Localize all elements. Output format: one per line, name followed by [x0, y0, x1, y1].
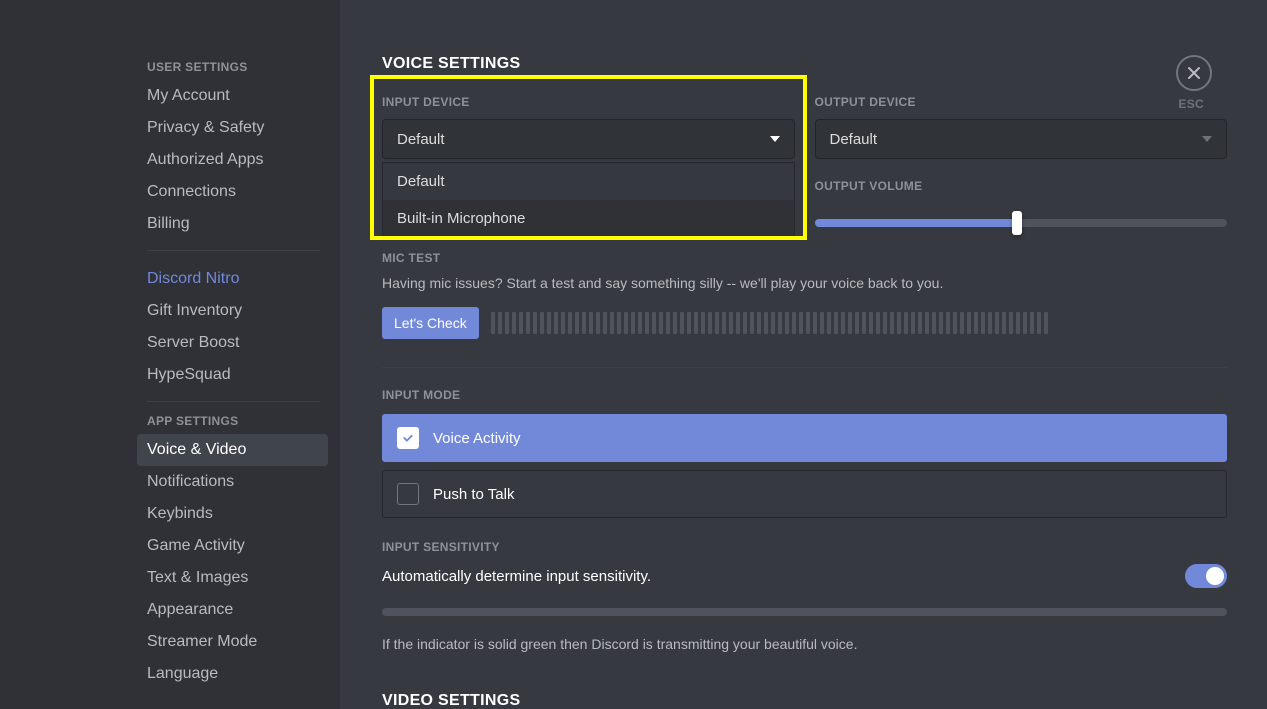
toggle-knob-icon [1206, 567, 1224, 585]
sidebar-item-streamer-mode[interactable]: Streamer Mode [137, 626, 328, 658]
sensitivity-label: INPUT SENSITIVITY [382, 540, 1227, 554]
section-divider [382, 367, 1227, 368]
sidebar-item-connections[interactable]: Connections [137, 176, 328, 208]
input-device-value: Default [397, 131, 445, 148]
input-device-option-default[interactable]: Default [383, 163, 794, 200]
input-device-option-builtin-mic[interactable]: Built-in Microphone [383, 200, 794, 237]
mic-test-help: Having mic issues? Start a test and say … [382, 275, 1227, 291]
sensitivity-section: INPUT SENSITIVITY Automatically determin… [382, 540, 1227, 652]
sidebar-item-my-account[interactable]: My Account [137, 80, 328, 112]
mic-level-meter [491, 312, 1227, 334]
input-device-column: INPUT DEVICE Default Default Built-in Mi… [382, 95, 795, 159]
output-device-value: Default [830, 131, 878, 148]
mode-push-to-talk[interactable]: Push to Talk [382, 470, 1227, 518]
output-volume-label: OUTPUT VOLUME [815, 179, 1228, 193]
checkmark-icon [402, 432, 414, 444]
sensitivity-meter [382, 608, 1227, 616]
sidebar-divider [147, 401, 320, 402]
checkbox-icon [397, 483, 419, 505]
content-pane: ESC VOICE SETTINGS INPUT DEVICE Default … [340, 0, 1267, 709]
input-device-select[interactable]: Default [382, 119, 795, 159]
sidebar-item-text-images[interactable]: Text & Images [137, 562, 328, 594]
input-mode-label: INPUT MODE [382, 388, 1227, 402]
sidebar-item-keybinds[interactable]: Keybinds [137, 498, 328, 530]
sidebar-item-notifications[interactable]: Notifications [137, 466, 328, 498]
output-device-column: OUTPUT DEVICE Default [815, 95, 1228, 159]
sidebar-item-discord-nitro[interactable]: Discord Nitro [137, 263, 328, 295]
sidebar-item-billing[interactable]: Billing [137, 208, 328, 240]
output-volume-slider[interactable] [815, 203, 1228, 243]
checkbox-icon [397, 427, 419, 449]
output-device-label: OUTPUT DEVICE [815, 95, 1228, 109]
lets-check-button[interactable]: Let's Check [382, 307, 479, 339]
sidebar-header-app: APP SETTINGS [147, 414, 320, 428]
video-settings-title: VIDEO SETTINGS [382, 692, 1227, 709]
sidebar-divider [147, 250, 320, 251]
sensitivity-auto-text: Automatically determine input sensitivit… [382, 568, 651, 585]
close-settings-button[interactable] [1176, 55, 1212, 91]
sensitivity-toggle[interactable] [1185, 564, 1227, 588]
sidebar-header-user: USER SETTINGS [147, 60, 320, 74]
sidebar-item-privacy-safety[interactable]: Privacy & Safety [137, 112, 328, 144]
output-device-select[interactable]: Default [815, 119, 1228, 159]
sidebar-item-game-activity[interactable]: Game Activity [137, 530, 328, 562]
mic-test-label: MIC TEST [382, 251, 1227, 265]
device-row: INPUT DEVICE Default Default Built-in Mi… [382, 95, 1227, 159]
chevron-down-icon [770, 136, 780, 142]
page-title: VOICE SETTINGS [382, 55, 1227, 73]
mode-push-to-talk-label: Push to Talk [433, 486, 514, 503]
sensitivity-note: If the indicator is solid green then Dis… [382, 636, 1227, 652]
mode-voice-activity-label: Voice Activity [433, 430, 521, 447]
close-icon [1186, 65, 1202, 81]
chevron-down-icon [1202, 136, 1212, 142]
sidebar-item-server-boost[interactable]: Server Boost [137, 327, 328, 359]
sidebar-item-appearance[interactable]: Appearance [137, 594, 328, 626]
input-device-dropdown: Default Built-in Microphone [382, 162, 795, 238]
mic-test-section: MIC TEST Having mic issues? Start a test… [382, 251, 1227, 339]
sidebar-item-language[interactable]: Language [137, 658, 328, 690]
input-device-label: INPUT DEVICE [382, 95, 795, 109]
sidebar-item-voice-video[interactable]: Voice & Video [137, 434, 328, 466]
sidebar-item-hypesquad[interactable]: HypeSquad [137, 359, 328, 391]
mode-voice-activity[interactable]: Voice Activity [382, 414, 1227, 462]
settings-sidebar: USER SETTINGS My Account Privacy & Safet… [0, 0, 340, 709]
sidebar-item-authorized-apps[interactable]: Authorized Apps [137, 144, 328, 176]
output-volume-column: OUTPUT VOLUME [815, 179, 1228, 243]
sidebar-item-gift-inventory[interactable]: Gift Inventory [137, 295, 328, 327]
input-mode-section: INPUT MODE Voice Activity Push to Talk [382, 388, 1227, 518]
